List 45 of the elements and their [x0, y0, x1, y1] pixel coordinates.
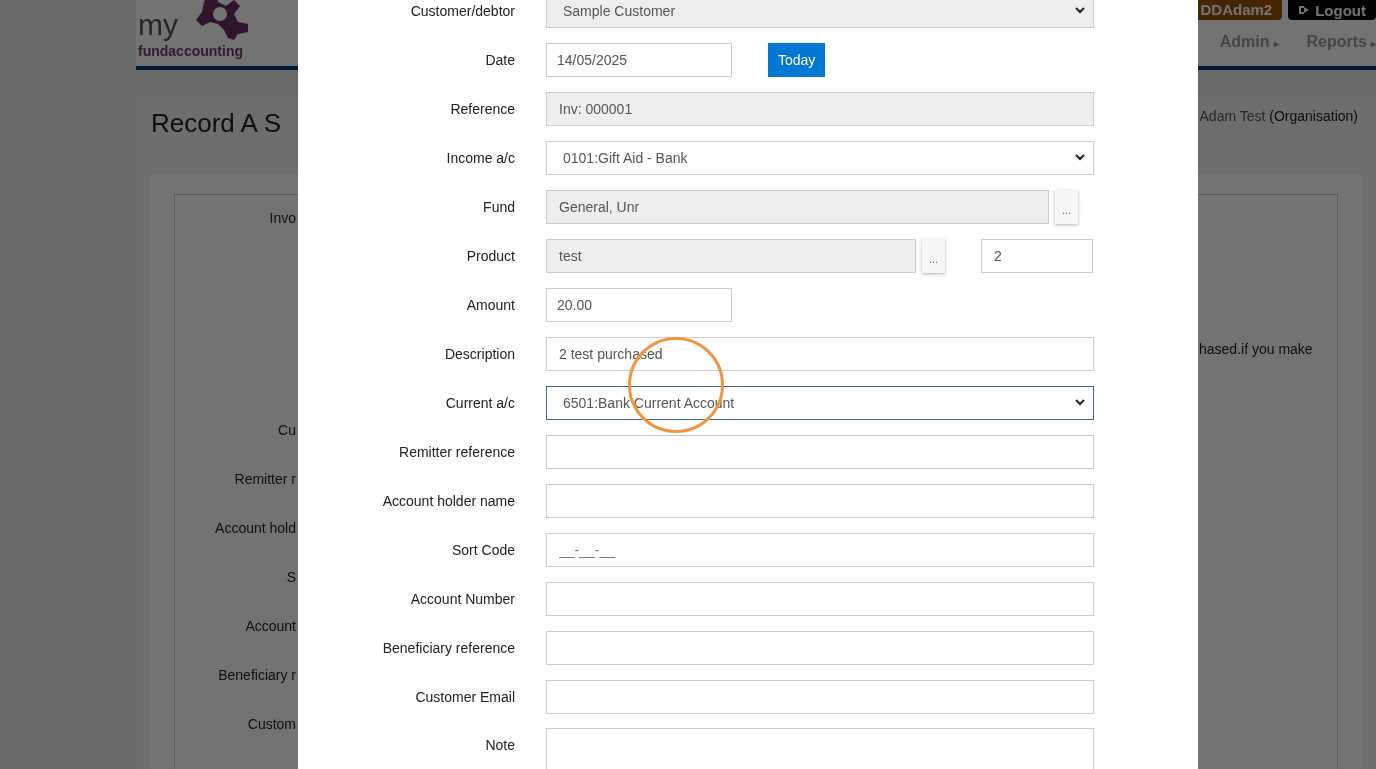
note-field[interactable] — [546, 728, 1094, 769]
field-label: Account Number — [409, 590, 515, 607]
form-label: Account hold — [215, 520, 296, 537]
select-field[interactable]: 0101:Gift Aid - Bank — [546, 140, 1094, 175]
today-button[interactable]: Today — [768, 42, 826, 77]
field-label: Amount — [465, 296, 515, 313]
input-field[interactable]: __-__-__ — [546, 532, 1094, 567]
logo-text: my — [138, 8, 178, 42]
note-text: hased.if you make — [1199, 341, 1313, 357]
field-label: Reference — [449, 100, 515, 117]
input-field[interactable]: 20.00 — [546, 287, 732, 322]
field-label: Description — [443, 345, 515, 362]
date-field[interactable]: 14/05/2025 — [546, 42, 732, 77]
field-label: Income a/c — [445, 149, 515, 166]
form-label: Invo — [269, 210, 296, 227]
input-field[interactable] — [546, 581, 1094, 616]
field-label: Note — [484, 736, 515, 753]
logout-icon — [1298, 4, 1311, 16]
form-label: Cu — [278, 422, 296, 439]
chevron-icon — [1075, 7, 1085, 14]
logo-text: fundaccounting — [138, 43, 243, 59]
field-label: Product — [465, 247, 515, 264]
field-label: Account holder name — [381, 492, 515, 509]
page-title: Record A S — [151, 108, 282, 139]
field-label: Remitter reference — [398, 443, 515, 460]
input-field[interactable] — [546, 630, 1094, 665]
field-label: Beneficiary reference — [381, 639, 515, 656]
form-label: Remitter r — [234, 471, 296, 488]
form-label: S — [286, 569, 296, 586]
organisation-name: Adam Test (Organisation) — [1199, 108, 1358, 124]
field-label: Date — [484, 51, 515, 68]
input-field[interactable] — [546, 483, 1094, 518]
form-label: Custom — [247, 716, 296, 733]
form-label: Account — [245, 618, 296, 635]
chevron-icon — [1075, 399, 1085, 406]
form-label: Beneficiary r — [218, 667, 296, 684]
field-label: Sort Code — [450, 541, 515, 558]
chevron-icon — [1075, 154, 1085, 161]
input-field[interactable] — [546, 679, 1094, 714]
field-label: Current a/c — [444, 394, 515, 411]
input-field[interactable] — [546, 434, 1094, 469]
field-label: Customer Email — [414, 688, 515, 705]
logout-button[interactable]: Logout — [1288, 0, 1376, 20]
field-label: Fund — [482, 198, 515, 215]
field-label: Customer/debtor — [409, 2, 515, 19]
